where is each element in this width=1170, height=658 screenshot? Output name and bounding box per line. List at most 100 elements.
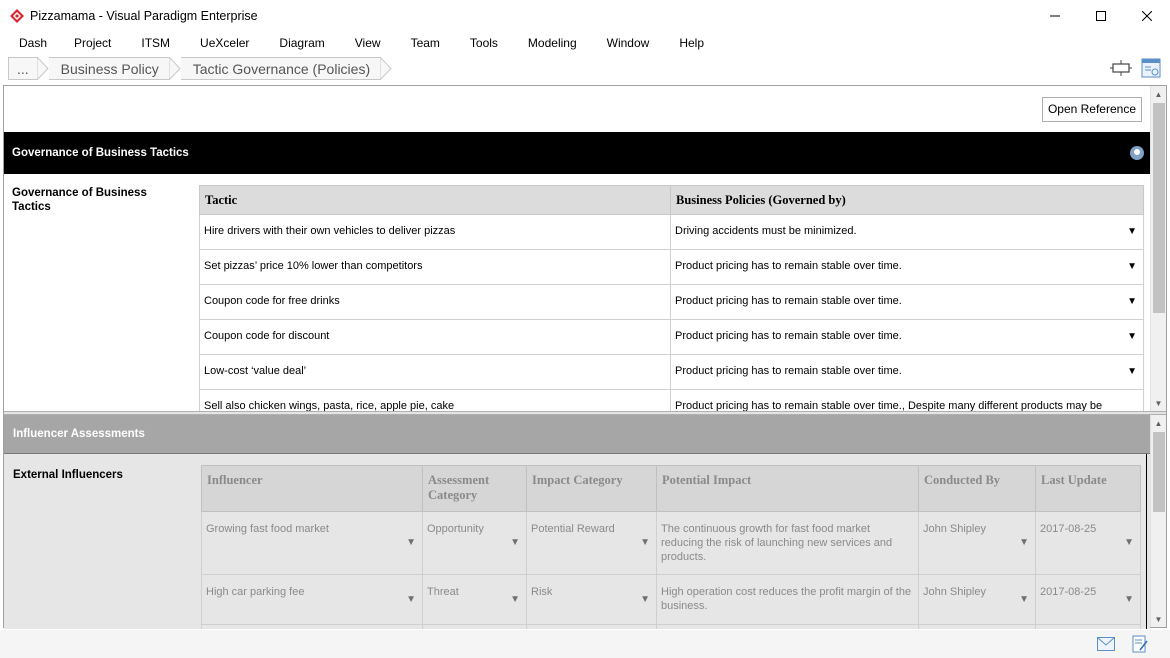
column-header-influencer[interactable]: Influencer bbox=[201, 465, 423, 512]
table-row[interactable]: Coupon code for free drinks Product pric… bbox=[199, 284, 1144, 320]
menu-dash[interactable]: Dash bbox=[7, 32, 59, 54]
table-row[interactable]: Sell also chicken wings, pasta, rice, ap… bbox=[199, 389, 1144, 411]
section-header-governance: Governance of Business Tactics bbox=[4, 132, 1150, 174]
title-bar: Pizzamama - Visual Paradigm Enterprise bbox=[0, 0, 1170, 32]
empty-cell[interactable] bbox=[918, 624, 1036, 629]
empty-cell[interactable] bbox=[1035, 624, 1141, 629]
scroll-down-icon[interactable]: ▼ bbox=[1151, 395, 1166, 411]
fit-to-window-button[interactable] bbox=[1110, 58, 1132, 78]
maximize-button[interactable] bbox=[1078, 0, 1124, 32]
impact-cell[interactable]: Risk ▼ bbox=[526, 574, 657, 625]
open-reference-button[interactable]: Open Reference bbox=[1041, 97, 1142, 122]
tactic-cell[interactable]: Hire drivers with their own vehicles to … bbox=[199, 214, 671, 250]
table-row[interactable]: Set pizzas’ price 10% lower than competi… bbox=[199, 249, 1144, 285]
menu-modeling[interactable]: Modeling bbox=[513, 32, 592, 54]
policy-cell[interactable]: Product pricing has to remain stable ove… bbox=[670, 389, 1144, 411]
diagram-navigator-button[interactable] bbox=[1140, 58, 1162, 78]
dropdown-arrow-icon[interactable]: ▼ bbox=[640, 536, 650, 550]
assessment-value: Threat bbox=[427, 586, 459, 598]
dropdown-arrow-icon[interactable]: ▼ bbox=[510, 536, 520, 550]
last-update-cell[interactable]: 2017-08-25 ▼ bbox=[1035, 511, 1141, 575]
conducted-by-cell[interactable]: John Shipley ▼ bbox=[918, 574, 1036, 625]
scrollbar-thumb[interactable] bbox=[1153, 103, 1165, 313]
column-header-impact-category[interactable]: Impact Category bbox=[526, 465, 657, 512]
tactic-governance-table: Tactic Business Policies (Governed by) H… bbox=[199, 185, 1144, 411]
location-pin-icon[interactable] bbox=[1130, 146, 1144, 160]
close-button[interactable] bbox=[1124, 0, 1170, 32]
menu-window[interactable]: Window bbox=[592, 32, 665, 54]
last-update-cell[interactable]: 2017-08-25 ▼ bbox=[1035, 574, 1141, 625]
menu-tools[interactable]: Tools bbox=[455, 32, 513, 54]
dropdown-arrow-icon[interactable]: ▼ bbox=[1127, 261, 1137, 272]
dropdown-arrow-icon[interactable]: ▼ bbox=[510, 593, 520, 607]
scroll-down-icon[interactable]: ▼ bbox=[1151, 611, 1166, 627]
column-header-assessment-category[interactable]: Assessment Category bbox=[422, 465, 527, 512]
potential-impact-cell[interactable]: The continuous growth for fast food mark… bbox=[656, 511, 919, 575]
tactic-cell[interactable]: Coupon code for discount bbox=[199, 319, 671, 355]
fit-to-window-icon bbox=[1110, 60, 1132, 76]
empty-cell[interactable] bbox=[656, 624, 919, 629]
top-pane-scrollbar[interactable]: ▲ ▼ bbox=[1150, 86, 1166, 411]
bottom-pane-scrollbar[interactable]: ▲ ▼ bbox=[1150, 415, 1166, 627]
table-row[interactable]: Growing fast food market ▼ Opportunity ▼ P… bbox=[201, 511, 1141, 575]
menu-view[interactable]: View bbox=[340, 32, 396, 54]
breadcrumb-root[interactable]: ... bbox=[8, 57, 37, 80]
tactic-cell[interactable]: Low-cost ‘value deal’ bbox=[199, 354, 671, 390]
scrollbar-thumb[interactable] bbox=[1153, 432, 1165, 512]
dropdown-arrow-icon[interactable]: ▼ bbox=[1127, 366, 1137, 377]
table-row[interactable] bbox=[201, 624, 1141, 629]
dropdown-arrow-icon[interactable]: ▼ bbox=[1019, 536, 1029, 550]
policy-cell[interactable]: Product pricing has to remain stable ove… bbox=[670, 354, 1144, 390]
dropdown-arrow-icon[interactable]: ▼ bbox=[640, 593, 650, 607]
policy-cell[interactable]: Product pricing has to remain stable ove… bbox=[670, 249, 1144, 285]
dropdown-arrow-icon[interactable]: ▼ bbox=[1127, 226, 1137, 237]
breadcrumb-business-policy[interactable]: Business Policy bbox=[48, 57, 169, 80]
tactic-cell[interactable]: Coupon code for free drinks bbox=[199, 284, 671, 320]
dropdown-arrow-icon[interactable]: ▼ bbox=[1019, 593, 1029, 607]
scroll-up-icon[interactable]: ▲ bbox=[1151, 415, 1166, 431]
menu-help[interactable]: Help bbox=[664, 32, 719, 54]
influencer-cell[interactable]: Growing fast food market ▼ bbox=[201, 511, 423, 575]
dropdown-arrow-icon[interactable]: ▼ bbox=[1124, 536, 1134, 550]
tactic-cell[interactable]: Set pizzas’ price 10% lower than competi… bbox=[199, 249, 671, 285]
column-header-business-policies[interactable]: Business Policies (Governed by) bbox=[670, 185, 1144, 215]
scroll-up-icon[interactable]: ▲ bbox=[1151, 86, 1166, 102]
minimize-button[interactable] bbox=[1032, 0, 1078, 32]
menu-uexceler[interactable]: UeXceler bbox=[185, 32, 264, 54]
empty-cell[interactable] bbox=[201, 624, 423, 629]
column-header-potential-impact[interactable]: Potential Impact bbox=[656, 465, 919, 512]
table-row[interactable]: Coupon code for discount Product pricing… bbox=[199, 319, 1144, 355]
dropdown-arrow-icon[interactable]: ▼ bbox=[406, 593, 416, 607]
tactic-cell[interactable]: Sell also chicken wings, pasta, rice, ap… bbox=[199, 389, 671, 411]
column-header-last-update[interactable]: Last Update bbox=[1035, 465, 1141, 512]
empty-cell[interactable] bbox=[422, 624, 527, 629]
notes-button[interactable] bbox=[1130, 635, 1150, 653]
window-controls bbox=[1032, 0, 1170, 32]
table-row[interactable]: Low-cost ‘value deal’ Product pricing ha… bbox=[199, 354, 1144, 390]
table-row[interactable]: High car parking fee ▼ Threat ▼ Risk ▼ High… bbox=[201, 574, 1141, 625]
policy-cell[interactable]: Product pricing has to remain stable ove… bbox=[670, 284, 1144, 320]
breadcrumb-tactic-governance[interactable]: Tactic Governance (Policies) bbox=[180, 57, 381, 80]
assessment-cell[interactable]: Opportunity ▼ bbox=[422, 511, 527, 575]
menu-itsm[interactable]: ITSM bbox=[126, 32, 185, 54]
dropdown-arrow-icon[interactable]: ▼ bbox=[1127, 296, 1137, 307]
column-header-conducted-by[interactable]: Conducted By bbox=[918, 465, 1036, 512]
dropdown-arrow-icon[interactable]: ▼ bbox=[406, 536, 416, 550]
table-row[interactable]: Hire drivers with their own vehicles to … bbox=[199, 214, 1144, 250]
dropdown-arrow-icon[interactable]: ▼ bbox=[1124, 593, 1134, 607]
policy-cell[interactable]: Product pricing has to remain stable ove… bbox=[670, 319, 1144, 355]
governance-side-label: Governance of Business Tactics bbox=[12, 187, 147, 213]
menu-project[interactable]: Project bbox=[59, 32, 126, 54]
policy-cell[interactable]: Driving accidents must be minimized. ▼ bbox=[670, 214, 1144, 250]
menu-team[interactable]: Team bbox=[396, 32, 455, 54]
dropdown-arrow-icon[interactable]: ▼ bbox=[1127, 331, 1137, 342]
potential-impact-cell[interactable]: High operation cost reduces the profit m… bbox=[656, 574, 919, 625]
conducted-by-cell[interactable]: John Shipley ▼ bbox=[918, 511, 1036, 575]
empty-cell[interactable] bbox=[526, 624, 657, 629]
influencer-cell[interactable]: High car parking fee ▼ bbox=[201, 574, 423, 625]
message-button[interactable] bbox=[1096, 635, 1116, 653]
assessment-cell[interactable]: Threat ▼ bbox=[422, 574, 527, 625]
menu-diagram[interactable]: Diagram bbox=[264, 32, 339, 54]
impact-cell[interactable]: Potential Reward ▼ bbox=[526, 511, 657, 575]
column-header-tactic[interactable]: Tactic bbox=[199, 185, 671, 215]
